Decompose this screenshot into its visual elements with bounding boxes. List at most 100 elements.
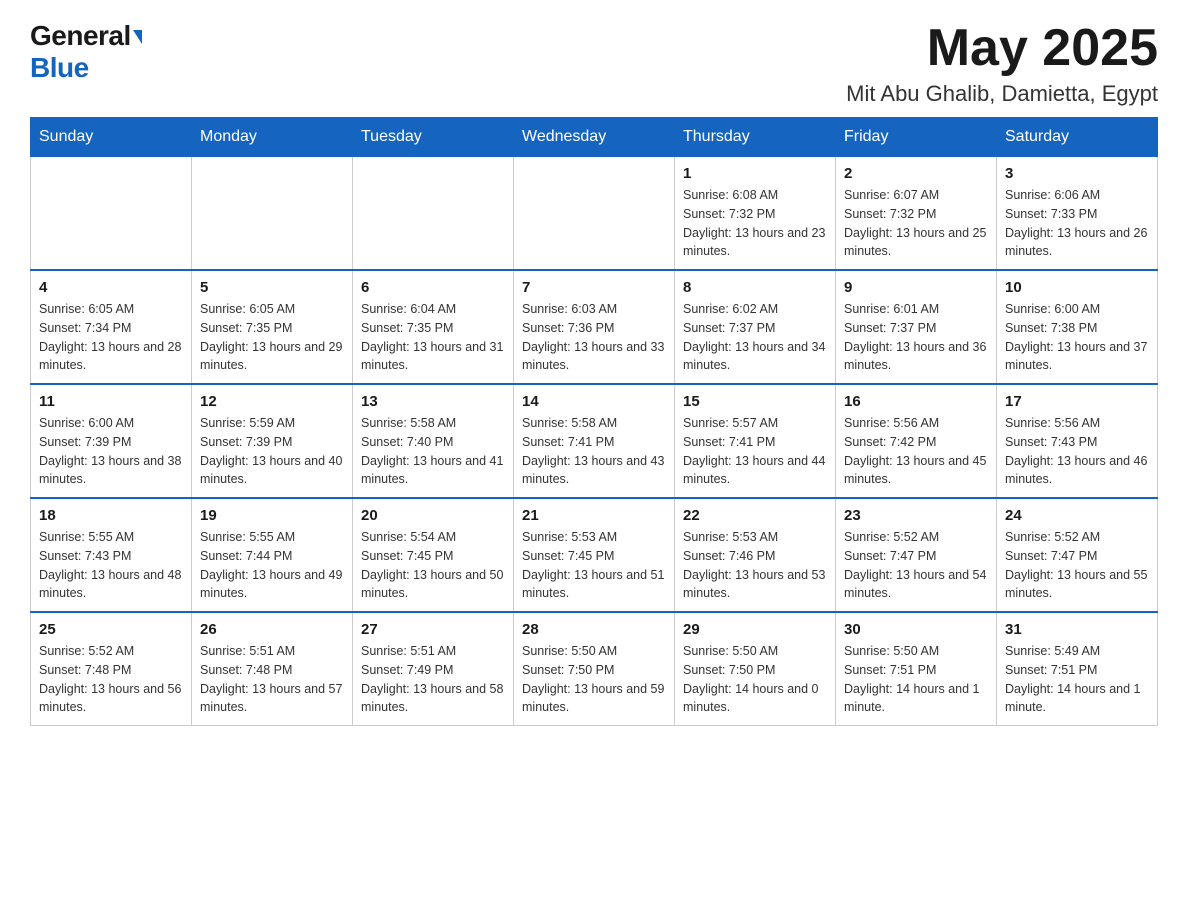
sunset-text: Sunset: 7:45 PM (361, 549, 453, 563)
day-number: 10 (1005, 279, 1149, 296)
sunrise-text: Sunrise: 5:55 AM (200, 530, 295, 544)
calendar-day-cell (192, 157, 353, 271)
calendar-day-cell: 16 Sunrise: 5:56 AM Sunset: 7:42 PM Dayl… (836, 384, 997, 498)
day-info: Sunrise: 5:49 AM Sunset: 7:51 PM Dayligh… (1005, 642, 1149, 717)
day-number: 15 (683, 393, 827, 410)
sunset-text: Sunset: 7:51 PM (844, 663, 936, 677)
calendar-day-cell: 25 Sunrise: 5:52 AM Sunset: 7:48 PM Dayl… (31, 612, 192, 726)
daylight-text: Daylight: 13 hours and 43 minutes. (522, 454, 664, 487)
logo-general-line: General (30, 20, 142, 52)
calendar-day-cell: 29 Sunrise: 5:50 AM Sunset: 7:50 PM Dayl… (675, 612, 836, 726)
sunrise-text: Sunrise: 5:52 AM (39, 644, 134, 658)
day-number: 14 (522, 393, 666, 410)
sunrise-text: Sunrise: 6:00 AM (1005, 302, 1100, 316)
day-number: 18 (39, 507, 183, 524)
sunrise-text: Sunrise: 6:00 AM (39, 416, 134, 430)
logo-blue-line: Blue (30, 52, 89, 84)
day-info: Sunrise: 6:00 AM Sunset: 7:38 PM Dayligh… (1005, 300, 1149, 375)
daylight-text: Daylight: 13 hours and 41 minutes. (361, 454, 503, 487)
daylight-text: Daylight: 13 hours and 33 minutes. (522, 340, 664, 373)
day-info: Sunrise: 6:05 AM Sunset: 7:34 PM Dayligh… (39, 300, 183, 375)
daylight-text: Daylight: 14 hours and 0 minutes. (683, 682, 819, 715)
calendar-day-cell: 12 Sunrise: 5:59 AM Sunset: 7:39 PM Dayl… (192, 384, 353, 498)
daylight-text: Daylight: 13 hours and 57 minutes. (200, 682, 342, 715)
header-tuesday: Tuesday (353, 118, 514, 157)
sunrise-text: Sunrise: 5:59 AM (200, 416, 295, 430)
daylight-text: Daylight: 13 hours and 37 minutes. (1005, 340, 1147, 373)
day-number: 22 (683, 507, 827, 524)
daylight-text: Daylight: 13 hours and 59 minutes. (522, 682, 664, 715)
day-info: Sunrise: 6:07 AM Sunset: 7:32 PM Dayligh… (844, 186, 988, 261)
day-number: 2 (844, 165, 988, 182)
day-info: Sunrise: 5:57 AM Sunset: 7:41 PM Dayligh… (683, 414, 827, 489)
sunset-text: Sunset: 7:47 PM (844, 549, 936, 563)
calendar-week-row: 25 Sunrise: 5:52 AM Sunset: 7:48 PM Dayl… (31, 612, 1158, 726)
day-number: 28 (522, 621, 666, 638)
location-title: Mit Abu Ghalib, Damietta, Egypt (846, 81, 1158, 107)
day-number: 30 (844, 621, 988, 638)
sunset-text: Sunset: 7:40 PM (361, 435, 453, 449)
day-number: 26 (200, 621, 344, 638)
title-section: May 2025 Mit Abu Ghalib, Damietta, Egypt (846, 20, 1158, 107)
daylight-text: Daylight: 13 hours and 56 minutes. (39, 682, 181, 715)
calendar-day-cell: 2 Sunrise: 6:07 AM Sunset: 7:32 PM Dayli… (836, 157, 997, 271)
calendar-day-cell: 19 Sunrise: 5:55 AM Sunset: 7:44 PM Dayl… (192, 498, 353, 612)
day-number: 21 (522, 507, 666, 524)
day-info: Sunrise: 5:51 AM Sunset: 7:49 PM Dayligh… (361, 642, 505, 717)
day-number: 9 (844, 279, 988, 296)
calendar-day-cell: 11 Sunrise: 6:00 AM Sunset: 7:39 PM Dayl… (31, 384, 192, 498)
day-number: 23 (844, 507, 988, 524)
sunset-text: Sunset: 7:44 PM (200, 549, 292, 563)
daylight-text: Daylight: 13 hours and 44 minutes. (683, 454, 825, 487)
sunrise-text: Sunrise: 5:51 AM (200, 644, 295, 658)
day-info: Sunrise: 5:54 AM Sunset: 7:45 PM Dayligh… (361, 528, 505, 603)
day-info: Sunrise: 6:04 AM Sunset: 7:35 PM Dayligh… (361, 300, 505, 375)
logo-arrow-icon (133, 30, 142, 44)
day-number: 4 (39, 279, 183, 296)
sunrise-text: Sunrise: 6:06 AM (1005, 188, 1100, 202)
day-number: 24 (1005, 507, 1149, 524)
day-number: 29 (683, 621, 827, 638)
day-info: Sunrise: 5:56 AM Sunset: 7:42 PM Dayligh… (844, 414, 988, 489)
daylight-text: Daylight: 13 hours and 38 minutes. (39, 454, 181, 487)
day-info: Sunrise: 5:52 AM Sunset: 7:47 PM Dayligh… (844, 528, 988, 603)
calendar-day-cell: 15 Sunrise: 5:57 AM Sunset: 7:41 PM Dayl… (675, 384, 836, 498)
sunrise-text: Sunrise: 6:01 AM (844, 302, 939, 316)
daylight-text: Daylight: 13 hours and 29 minutes. (200, 340, 342, 373)
logo-general-text: General (30, 20, 142, 51)
day-info: Sunrise: 6:08 AM Sunset: 7:32 PM Dayligh… (683, 186, 827, 261)
calendar-day-cell: 24 Sunrise: 5:52 AM Sunset: 7:47 PM Dayl… (997, 498, 1158, 612)
day-info: Sunrise: 5:55 AM Sunset: 7:44 PM Dayligh… (200, 528, 344, 603)
day-number: 7 (522, 279, 666, 296)
sunset-text: Sunset: 7:35 PM (361, 321, 453, 335)
sunrise-text: Sunrise: 6:03 AM (522, 302, 617, 316)
sunset-text: Sunset: 7:45 PM (522, 549, 614, 563)
sunrise-text: Sunrise: 6:02 AM (683, 302, 778, 316)
calendar-table: Sunday Monday Tuesday Wednesday Thursday… (30, 117, 1158, 726)
daylight-text: Daylight: 13 hours and 45 minutes. (844, 454, 986, 487)
header-thursday: Thursday (675, 118, 836, 157)
daylight-text: Daylight: 13 hours and 51 minutes. (522, 568, 664, 601)
day-number: 13 (361, 393, 505, 410)
day-info: Sunrise: 5:51 AM Sunset: 7:48 PM Dayligh… (200, 642, 344, 717)
calendar-day-cell: 18 Sunrise: 5:55 AM Sunset: 7:43 PM Dayl… (31, 498, 192, 612)
calendar-day-cell: 17 Sunrise: 5:56 AM Sunset: 7:43 PM Dayl… (997, 384, 1158, 498)
daylight-text: Daylight: 13 hours and 40 minutes. (200, 454, 342, 487)
sunset-text: Sunset: 7:41 PM (683, 435, 775, 449)
sunset-text: Sunset: 7:47 PM (1005, 549, 1097, 563)
calendar-day-cell: 28 Sunrise: 5:50 AM Sunset: 7:50 PM Dayl… (514, 612, 675, 726)
daylight-text: Daylight: 13 hours and 28 minutes. (39, 340, 181, 373)
sunrise-text: Sunrise: 5:53 AM (683, 530, 778, 544)
day-info: Sunrise: 6:02 AM Sunset: 7:37 PM Dayligh… (683, 300, 827, 375)
sunset-text: Sunset: 7:33 PM (1005, 207, 1097, 221)
logo-blue-text: Blue (30, 52, 89, 83)
day-info: Sunrise: 5:50 AM Sunset: 7:50 PM Dayligh… (522, 642, 666, 717)
calendar-day-cell: 10 Sunrise: 6:00 AM Sunset: 7:38 PM Dayl… (997, 270, 1158, 384)
calendar-day-cell: 4 Sunrise: 6:05 AM Sunset: 7:34 PM Dayli… (31, 270, 192, 384)
daylight-text: Daylight: 13 hours and 34 minutes. (683, 340, 825, 373)
sunrise-text: Sunrise: 6:05 AM (200, 302, 295, 316)
day-number: 6 (361, 279, 505, 296)
day-number: 8 (683, 279, 827, 296)
day-info: Sunrise: 5:58 AM Sunset: 7:41 PM Dayligh… (522, 414, 666, 489)
sunrise-text: Sunrise: 6:08 AM (683, 188, 778, 202)
